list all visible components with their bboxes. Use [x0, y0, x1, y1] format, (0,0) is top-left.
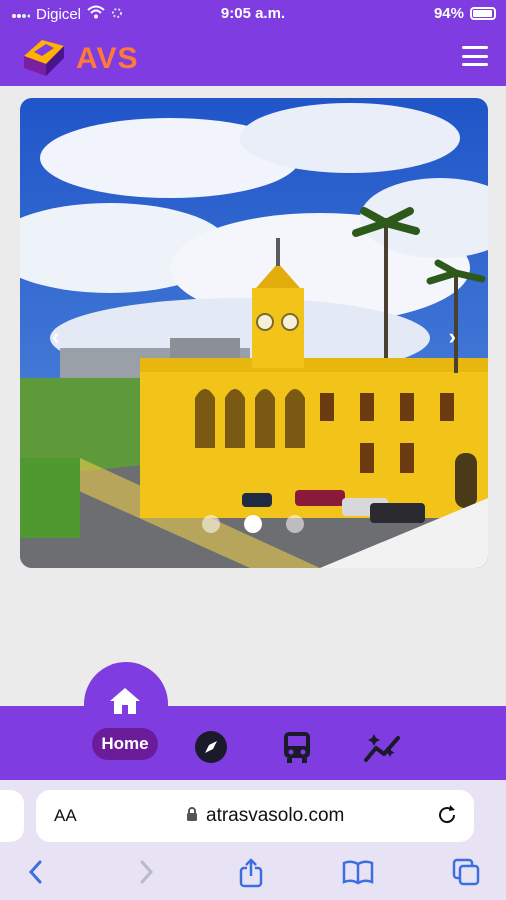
bus-icon[interactable] — [282, 730, 312, 769]
status-bar: Digicel 9:05 a.m. 94% — [0, 0, 506, 28]
previous-tab-edge[interactable] — [0, 790, 24, 842]
carousel-image — [20, 98, 488, 568]
reload-icon[interactable] — [436, 804, 458, 831]
lock-icon — [186, 805, 198, 827]
bookmarks-icon[interactable] — [342, 858, 374, 891]
carousel-indicators — [0, 515, 506, 533]
url-domain: atrasvasolo.com — [206, 805, 345, 826]
carousel-dot[interactable] — [202, 515, 220, 533]
app-header: AVS — [0, 28, 506, 86]
sparkle-trend-icon[interactable] — [364, 730, 402, 769]
battery-percent: 94% — [433, 5, 464, 22]
carousel-dot[interactable] — [286, 515, 304, 533]
share-icon[interactable] — [238, 858, 264, 893]
image-carousel[interactable]: ‹ › — [20, 98, 488, 568]
tabs-icon[interactable] — [452, 858, 480, 891]
status-right: 94% — [434, 5, 496, 22]
home-icon[interactable] — [108, 686, 142, 721]
logo-text: AVS — [76, 41, 139, 75]
hamburger-menu-icon[interactable] — [462, 46, 488, 66]
bottom-navigation — [0, 706, 506, 780]
battery-icon — [470, 7, 496, 20]
url-display[interactable]: atrasvasolo.com — [186, 805, 344, 827]
nav-home-button[interactable]: Home — [92, 728, 158, 760]
compass-icon[interactable] — [194, 730, 228, 769]
app-logo[interactable]: AVS — [20, 34, 138, 83]
forward-icon[interactable] — [136, 858, 156, 891]
carousel-next-chevron-right-icon[interactable]: › — [449, 324, 456, 350]
carousel-dot-active[interactable] — [244, 515, 262, 533]
text-size-button[interactable]: AA — [54, 806, 77, 826]
carousel-prev-chevron-left-icon[interactable]: ‹ — [52, 324, 59, 350]
back-icon[interactable] — [26, 858, 46, 891]
clock: 9:05 a.m. — [220, 5, 286, 22]
logo-mark-icon — [20, 34, 68, 83]
address-bar[interactable]: AA atrasvasolo.com — [36, 790, 474, 842]
